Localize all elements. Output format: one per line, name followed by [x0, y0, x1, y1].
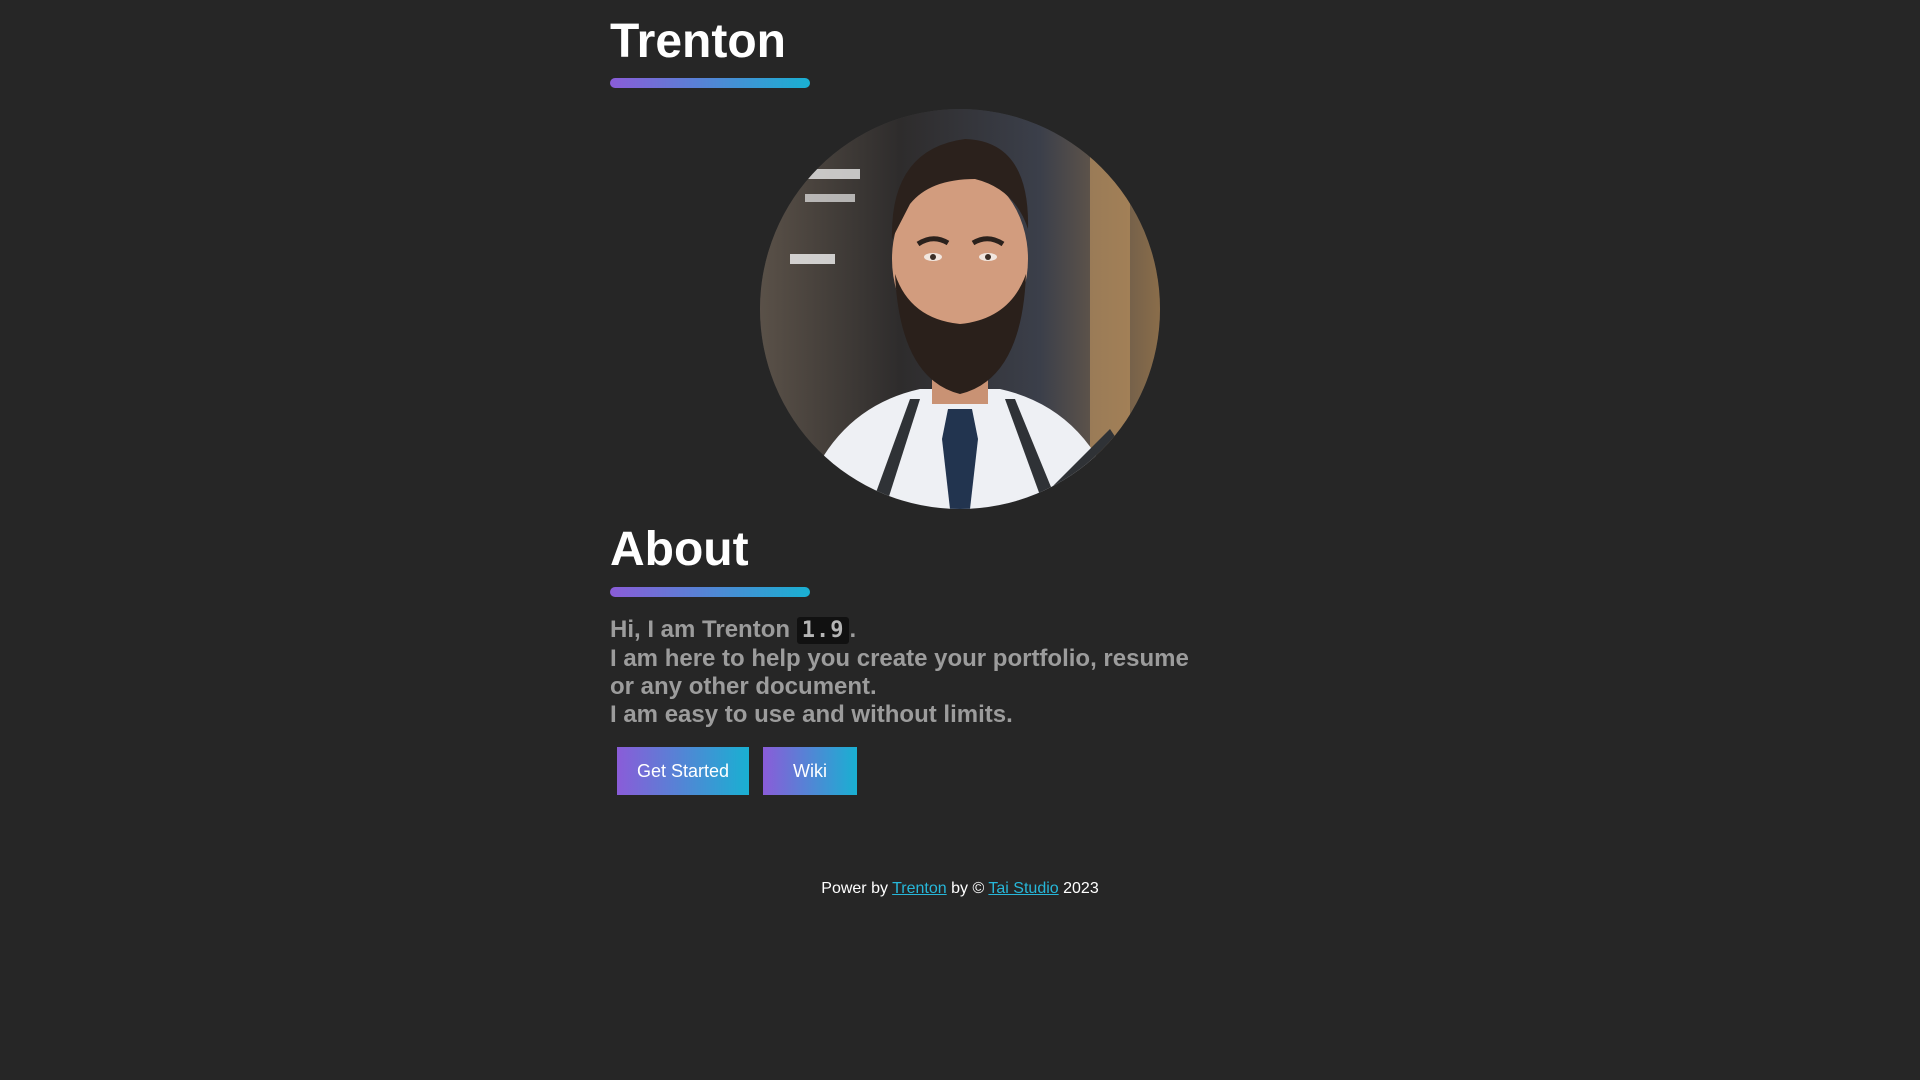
footer-middle: by © — [946, 880, 989, 897]
action-buttons: Get Started Wiki — [617, 747, 857, 795]
intro-line-1: Hi, I am Trenton 1.9. — [610, 616, 1210, 645]
site-title: Trenton — [610, 15, 786, 68]
get-started-button[interactable]: Get Started — [617, 747, 749, 795]
intro-line-3: I am easy to use and without limits. — [610, 701, 1013, 728]
portrait-photo — [760, 109, 1160, 509]
footer-link-tai-studio[interactable]: Tai Studio — [988, 880, 1058, 897]
intro-prefix: Hi, I am Trenton — [610, 616, 797, 643]
intro-line-2: I am here to help you create your portfo… — [610, 645, 1189, 700]
about-intro: Hi, I am Trenton 1.9. I am here to help … — [610, 616, 1210, 729]
avatar — [760, 109, 1160, 509]
wiki-button[interactable]: Wiki — [763, 747, 857, 795]
title-underline — [610, 78, 810, 88]
footer: Power by Trenton by © Tai Studio 2023 — [0, 878, 1920, 900]
about-title: About — [610, 523, 749, 576]
intro-suffix: . — [849, 616, 857, 643]
footer-prefix: Power by — [821, 880, 893, 897]
footer-link-trenton[interactable]: Trenton — [892, 880, 947, 897]
footer-suffix: 2023 — [1058, 880, 1099, 897]
page: Trenton About Hi, I am Trenton 1.9 . I a… — [0, 0, 1920, 1080]
about-underline — [610, 587, 810, 597]
version-badge: 1.9 — [796, 617, 850, 644]
